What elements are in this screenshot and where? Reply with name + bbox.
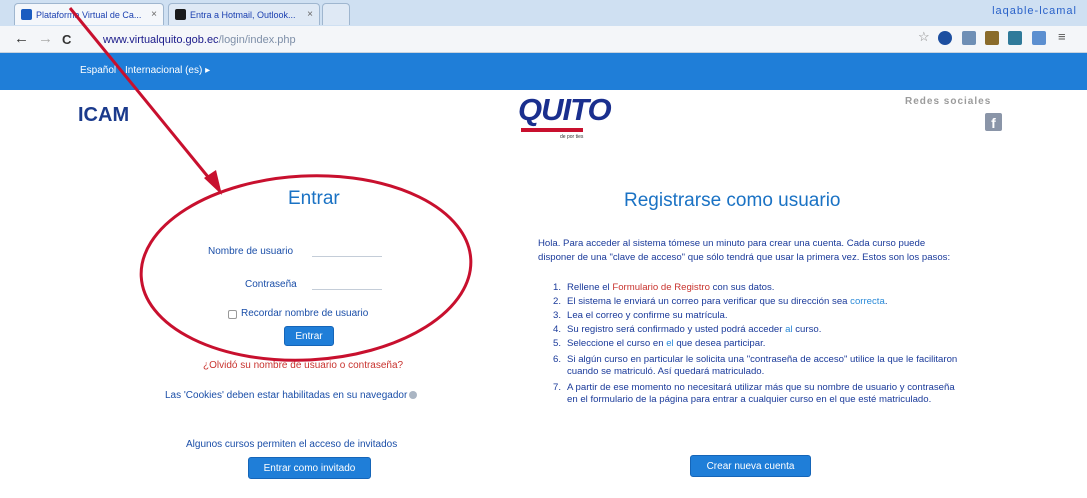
help-icon[interactable] xyxy=(409,391,418,400)
list-item: 5. Seleccione el curso en el que desea pa… xyxy=(553,338,766,349)
extension-s-icon[interactable] xyxy=(938,31,952,45)
address-bar: ← → C www.virtualquito.gob.ec/login/inde… xyxy=(0,26,1087,53)
tab-hotmail[interactable]: Entra a Hotmail, Outlook... × xyxy=(168,3,320,25)
menu-icon[interactable]: ≡ xyxy=(1058,29,1072,44)
list-item: 7. A partir de ese momento no necesitará … xyxy=(553,382,955,405)
register-intro: Hola. Para acceder al sistema tómese un … xyxy=(538,238,951,263)
username-input[interactable] xyxy=(312,242,382,257)
logo-underline xyxy=(521,128,583,132)
url-host: www.virtualquito.gob.ec xyxy=(103,34,219,46)
login-button[interactable]: Entrar xyxy=(284,326,334,346)
site-name[interactable]: ICAM xyxy=(78,104,129,127)
extension-icon[interactable] xyxy=(1008,31,1022,45)
register-steps: 1. Rellene el Formulario de Registro con … xyxy=(553,282,963,406)
login-title: Entrar xyxy=(288,188,340,209)
tab-title: Entra a Hotmail, Outlook... xyxy=(190,9,296,20)
extension-icon[interactable] xyxy=(1032,31,1046,45)
cookies-text: Las 'Cookies' deben estar habilitadas en… xyxy=(165,390,408,401)
list-item: 2. El sistema le enviará un correo para v… xyxy=(553,296,888,307)
password-input[interactable] xyxy=(312,275,382,290)
username-label: Nombre de usuario xyxy=(208,246,294,257)
guest-access-text: Algunos cursos permiten el acceso de inv… xyxy=(186,439,398,450)
list-item: 3. Lea el correo y confirme su matrícula. xyxy=(553,310,728,321)
guest-login-button[interactable]: Entrar como invitado xyxy=(248,457,371,479)
extension-icon[interactable] xyxy=(985,31,999,45)
url-path: /login/index.php xyxy=(218,34,296,46)
register-title: Registrarse como usuario xyxy=(624,190,841,211)
language-selector[interactable]: Español - Internacional (es) ▸ xyxy=(80,65,210,76)
cookies-notice: Las 'Cookies' deben estar habilitadas en… xyxy=(165,390,418,401)
list-item: 4. Su registro será confirmado y usted po… xyxy=(553,324,822,335)
browser-tab-bar: Plataforma Virtual de Ca... × Entra a Ho… xyxy=(0,0,1087,26)
list-item: 1. Rellene el Formulario de Registro con … xyxy=(553,282,775,293)
bookmark-star-icon[interactable]: ☆ xyxy=(918,29,932,44)
password-label: Contraseña xyxy=(245,279,297,290)
tab-close-icon[interactable]: × xyxy=(151,9,157,20)
reload-icon[interactable]: C xyxy=(62,32,71,47)
site-favicon-icon xyxy=(21,9,32,20)
new-tab-button[interactable] xyxy=(322,3,350,25)
tab-title: Plataforma Virtual de Ca... xyxy=(36,9,142,20)
forward-arrow-icon[interactable]: → xyxy=(38,30,53,47)
back-arrow-icon[interactable]: ← xyxy=(14,30,29,47)
remember-username-label[interactable]: Recordar nombre de usuario xyxy=(241,308,368,319)
list-item: 6. Si algún curso en particular le solici… xyxy=(553,354,958,377)
registration-form-link[interactable]: Formulario de Registro xyxy=(612,282,710,293)
window-title: laqable-lcamal xyxy=(992,5,1077,17)
tab-close-icon[interactable]: × xyxy=(307,9,313,20)
create-account-button[interactable]: Crear nueva cuenta xyxy=(690,455,811,477)
facebook-icon[interactable]: f xyxy=(985,113,1002,131)
quito-logo: QUITO xyxy=(518,92,612,127)
extension-icon[interactable] xyxy=(962,31,976,45)
tab-plataforma-virtual[interactable]: Plataforma Virtual de Ca... × xyxy=(14,3,164,25)
annotation-arrow-head xyxy=(204,170,222,195)
remember-username-checkbox[interactable] xyxy=(228,310,237,319)
outlook-favicon-icon xyxy=(175,9,186,20)
logo-tagline: de por ties xyxy=(560,134,584,140)
url-field[interactable]: www.virtualquito.gob.ec/login/index.php xyxy=(103,34,296,46)
social-label: Redes sociales xyxy=(905,96,992,107)
forgot-password-link[interactable]: ¿Olvidó su nombre de usuario o contraseñ… xyxy=(203,360,403,371)
